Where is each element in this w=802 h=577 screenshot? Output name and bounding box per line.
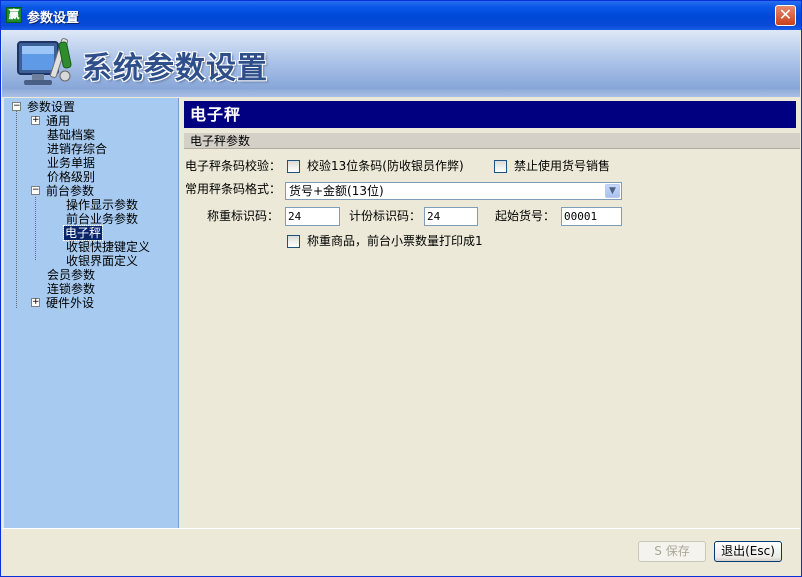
exit-button[interactable]: 退出(Esc) (714, 541, 782, 562)
check13-checkbox[interactable] (287, 160, 300, 173)
weigh-code-input[interactable]: 24 (285, 207, 340, 226)
tree-item-label: 电子秤 (62, 225, 104, 241)
tree-item-label: 硬件外设 (46, 296, 95, 310)
tree-item-label: 会员参数 (47, 268, 96, 282)
tree-item-cashier-ui[interactable]: 收银界面定义 (65, 254, 139, 268)
expand-icon[interactable]: + (31, 116, 40, 125)
print-one-checkbox[interactable] (287, 235, 300, 248)
banner: 系统参数设置 (2, 30, 800, 97)
tree-item-basic-archive[interactable]: 基础档案 (46, 128, 96, 142)
start-item-label: 起始货号： (495, 209, 556, 223)
tree-item-label: 业务单据 (47, 156, 96, 170)
tree-item-display-params[interactable]: 操作显示参数 (65, 198, 139, 212)
forbid-item-label[interactable]: 禁止使用货号销售 (514, 158, 610, 174)
tree-item-label: 收银快捷键定义 (66, 240, 151, 254)
collapse-icon[interactable]: − (12, 102, 21, 111)
check13-label[interactable]: 校验13位条码(防收银员作弊) (307, 158, 464, 174)
settings-tree[interactable]: − 参数设置 + 通用 基础档案 进销存综合 业务单据 价格级别 − 前台参数 … (4, 98, 179, 528)
close-icon: ✕ (778, 5, 793, 24)
tree-item-label: 价格级别 (47, 170, 96, 184)
settings-window: 赢 参数设置 ✕ 系统参数设置 − 参数设置 + 通用 基础档案 进销存综合 业… (0, 0, 802, 577)
tree-item-label: 前台参数 (46, 184, 95, 198)
title-bar[interactable]: 赢 参数设置 ✕ (1, 1, 801, 30)
price-code-label: 计份标识码： (349, 209, 422, 223)
tree-item-front-business[interactable]: 前台业务参数 (65, 212, 139, 226)
group-title: 电子秤参数 (184, 133, 800, 149)
tree-item-scale[interactable]: 电子秤 (62, 225, 104, 241)
tree-item-label: 连锁参数 (47, 282, 96, 296)
tree-item-label: 进销存综合 (47, 142, 108, 156)
section-title: 电子秤 (184, 101, 796, 128)
banner-stripe (2, 89, 800, 97)
tree-item-label: 前台业务参数 (66, 212, 139, 226)
tree-item-hotkeys[interactable]: 收银快捷键定义 (65, 240, 151, 254)
footer-bar: S 保存 退出(Esc) (2, 528, 800, 576)
tree-line (16, 110, 17, 308)
save-button[interactable]: S 保存 (638, 541, 706, 562)
tree-item-documents[interactable]: 业务单据 (46, 156, 96, 170)
close-button[interactable]: ✕ (775, 5, 796, 26)
expand-icon[interactable]: + (31, 298, 40, 307)
format-select[interactable]: 货号+金额(13位) ▼ (285, 182, 622, 200)
tree-root-label: 参数设置 (27, 100, 76, 114)
tree-item-member[interactable]: 会员参数 (46, 268, 96, 282)
weigh-code-label: 称重标识码： (207, 209, 280, 223)
content-panel: 电子秤 电子秤参数 电子秤条码校验： 校验13位条码(防收银员作弊) 禁止使用货… (181, 98, 800, 528)
monitor-tools-icon (17, 38, 72, 85)
app-icon: 赢 (6, 7, 22, 23)
price-code-input[interactable]: 24 (424, 207, 478, 226)
format-label: 常用秤条码格式： (185, 182, 282, 196)
tree-item-label: 收银界面定义 (66, 254, 139, 268)
tree-item-chain[interactable]: 连锁参数 (46, 282, 96, 296)
banner-title: 系统参数设置 (82, 51, 268, 86)
print-one-label[interactable]: 称重商品，前台小票数量打印成1 (307, 233, 483, 249)
chevron-down-icon[interactable]: ▼ (605, 184, 620, 198)
start-item-input[interactable]: 00001 (561, 207, 622, 226)
forbid-item-checkbox[interactable] (494, 160, 507, 173)
tree-line (35, 197, 36, 260)
tree-item-label: 通用 (46, 114, 71, 128)
window-title: 参数设置 (27, 11, 80, 26)
tree-item-inventory[interactable]: 进销存综合 (46, 142, 108, 156)
barcode-check-label: 电子秤条码校验： (185, 159, 282, 173)
format-select-value: 货号+金额(13位) (289, 184, 384, 198)
collapse-icon[interactable]: − (31, 186, 40, 195)
tree-item-price-level[interactable]: 价格级别 (46, 170, 96, 184)
tree-item-label: 基础档案 (47, 128, 96, 142)
tree-item-label: 操作显示参数 (66, 198, 139, 212)
